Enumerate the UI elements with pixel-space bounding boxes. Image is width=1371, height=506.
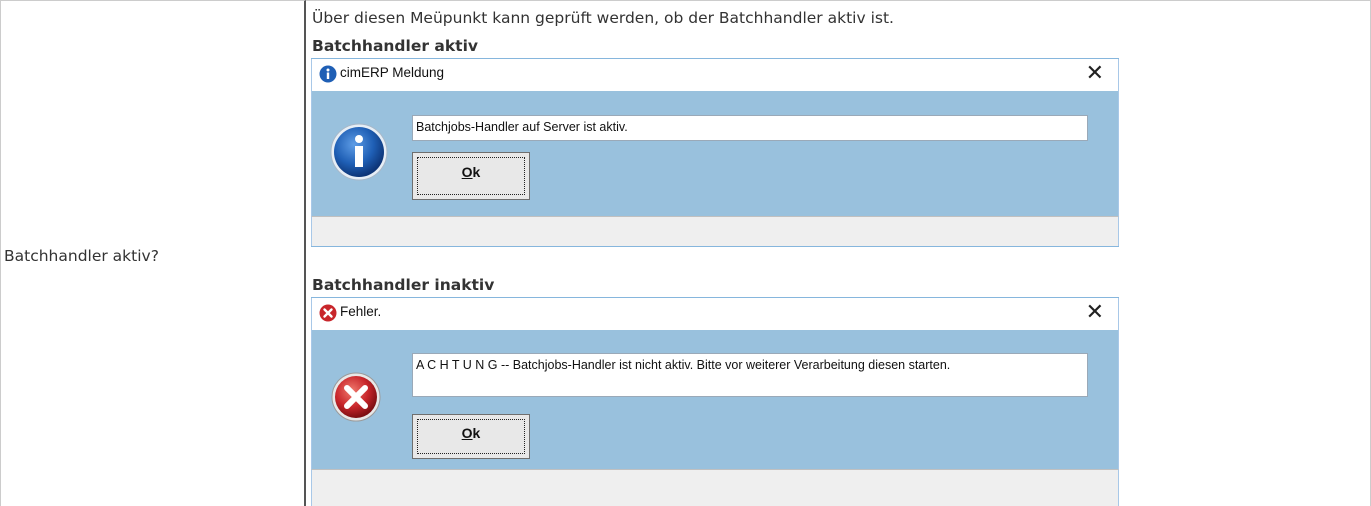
dialog-title: cimERP Meldung bbox=[340, 65, 445, 80]
ok-accel: O bbox=[461, 164, 473, 180]
info-icon bbox=[319, 65, 337, 83]
dialog-bottom-border bbox=[311, 246, 1119, 247]
dialog-title: Fehler. bbox=[340, 304, 382, 319]
status-bar bbox=[311, 216, 1119, 246]
table-cell-label: Batchhandler aktiv? bbox=[0, 0, 306, 506]
status-bar bbox=[311, 469, 1119, 506]
ok-button-label: Ok bbox=[413, 425, 529, 441]
close-icon[interactable]: ✕ bbox=[1086, 61, 1104, 86]
heading-active: Batchhandler aktiv bbox=[312, 37, 478, 55]
dialog-titlebar: cimERP Meldung ✕ bbox=[311, 59, 1119, 91]
info-icon bbox=[330, 123, 388, 181]
ok-rest: k bbox=[472, 164, 481, 180]
error-icon bbox=[331, 372, 381, 422]
error-icon bbox=[319, 304, 337, 322]
close-icon[interactable]: ✕ bbox=[1086, 300, 1104, 325]
heading-inactive: Batchhandler inaktiv bbox=[312, 276, 495, 294]
ok-rest: k bbox=[472, 425, 481, 441]
dialog-inactive: Fehler. ✕ A C H T U N G -- Batchjobs-Han… bbox=[311, 297, 1119, 506]
dialog-body: Batchjobs-Handler auf Server ist aktiv. … bbox=[311, 91, 1119, 216]
message-field: Batchjobs-Handler auf Server ist aktiv. bbox=[412, 115, 1088, 141]
ok-button[interactable]: Ok bbox=[412, 414, 530, 459]
message-field: A C H T U N G -- Batchjobs-Handler ist n… bbox=[412, 353, 1088, 397]
intro-text: Über diesen Meüpunkt kann geprüft werden… bbox=[312, 9, 894, 27]
dialog-titlebar: Fehler. ✕ bbox=[311, 298, 1119, 330]
dialog-body: A C H T U N G -- Batchjobs-Handler ist n… bbox=[311, 330, 1119, 469]
ok-button-label: Ok bbox=[413, 164, 529, 180]
ok-button[interactable]: Ok bbox=[412, 152, 530, 200]
ok-accel: O bbox=[461, 425, 473, 441]
row-label: Batchhandler aktiv? bbox=[4, 247, 159, 265]
dialog-active: cimERP Meldung ✕ Batchjobs-Handler auf S… bbox=[311, 58, 1119, 248]
